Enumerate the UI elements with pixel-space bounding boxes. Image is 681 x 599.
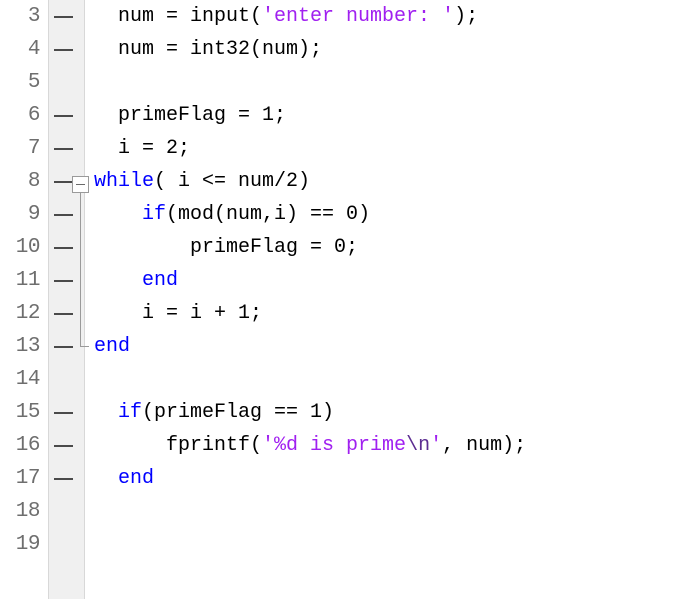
code-fold-toggle-icon[interactable] [72,176,89,193]
line-number: 13 [15,335,41,358]
code-token-kw: end [94,335,131,358]
code-line-row[interactable]: 13 end [0,330,681,363]
breakpoint-dash-icon[interactable] [54,49,73,51]
line-number: 6 [27,104,41,127]
code-token-str: ' [430,434,443,457]
breakpoint-dash-icon[interactable] [54,412,73,414]
line-number: 4 [27,38,41,61]
code-line-row[interactable]: 16 fprintf('%d is prime\n', num); [0,429,681,462]
code-token-pln: (primeFlag == 1) [142,401,335,424]
breakpoint-dash-icon[interactable] [54,16,73,18]
line-number: 7 [27,137,41,160]
code-line-row[interactable]: 5 [0,66,681,99]
code-line-row[interactable]: 15 if(primeFlag == 1) [0,396,681,429]
line-number: 3 [27,5,41,28]
line-number: 8 [27,170,41,193]
code-token-kw: if [118,401,143,424]
code-fold-bracket-line [80,193,81,346]
code-line-text[interactable]: i = 2; [94,132,190,165]
code-line-row[interactable]: 10 primeFlag = 0; [0,231,681,264]
code-line-row[interactable]: 3 num = input('enter number: '); [0,0,681,33]
code-token-pln [94,203,142,226]
breakpoint-dash-icon[interactable] [54,115,73,117]
line-number: 15 [15,401,41,424]
breakpoint-dash-icon[interactable] [54,478,73,480]
line-number: 14 [15,368,41,391]
code-line-text[interactable]: fprintf('%d is prime\n', num); [94,429,526,462]
code-token-pln: num = int32(num); [94,38,323,61]
code-token-pln: i = i + 1; [94,302,263,325]
breakpoint-dash-icon[interactable] [54,247,73,249]
code-token-pln: primeFlag = 1; [94,104,287,127]
code-token-pln [94,401,118,424]
code-token-pln [94,467,118,490]
code-token-kw: end [118,467,155,490]
breakpoint-dash-icon[interactable] [54,313,73,315]
breakpoint-dash-icon[interactable] [54,148,73,150]
code-line-text[interactable]: primeFlag = 1; [94,99,286,132]
line-number: 16 [15,434,41,457]
breakpoint-dash-icon[interactable] [54,445,73,447]
code-line-row[interactable]: 6 primeFlag = 1; [0,99,681,132]
line-number: 17 [15,467,41,490]
code-line-text[interactable]: if(mod(num,i) == 0) [94,198,370,231]
code-line-row[interactable]: 4 num = int32(num); [0,33,681,66]
code-token-kw: while [94,170,155,193]
code-token-pln: fprintf( [94,434,263,457]
code-token-esc: \n [406,434,431,457]
line-number: 18 [15,500,41,523]
line-number: 12 [15,302,41,325]
line-number: 9 [27,203,41,226]
code-line-row[interactable]: 11 end [0,264,681,297]
code-line-text[interactable]: end [94,462,154,495]
breakpoint-dash-icon[interactable] [54,214,73,216]
code-token-pln: primeFlag = 0; [94,236,359,259]
line-number: 19 [15,533,41,556]
line-number: 5 [27,71,41,94]
code-token-pln: ( i <= num/2) [154,170,311,193]
code-line-row[interactable]: 17 end [0,462,681,495]
code-line-row[interactable]: 18 [0,495,681,528]
breakpoint-dash-icon[interactable] [54,280,73,282]
code-line-row[interactable]: 7 i = 2; [0,132,681,165]
code-line-row[interactable]: 12 i = i + 1; [0,297,681,330]
code-token-pln: num = input( [94,5,263,28]
code-token-pln: i = 2; [94,137,191,160]
code-token-kw: end [142,269,179,292]
code-line-row[interactable]: 14 [0,363,681,396]
code-token-pln [94,269,142,292]
line-number: 10 [15,236,41,259]
code-line-text[interactable]: i = i + 1; [94,297,262,330]
code-line-text[interactable]: end [94,330,130,363]
code-token-pln: ); [454,5,479,28]
code-line-text[interactable]: if(primeFlag == 1) [94,396,334,429]
code-line-row[interactable]: 19 [0,528,681,561]
code-line-row[interactable]: 8 while( i <= num/2) [0,165,681,198]
code-token-str: '%d is prime [262,434,407,457]
code-line-text[interactable]: primeFlag = 0; [94,231,358,264]
code-line-text[interactable]: end [94,264,178,297]
breakpoint-dash-icon[interactable] [54,346,73,348]
breakpoint-dash-icon[interactable] [54,181,73,183]
code-line-text[interactable]: while( i <= num/2) [94,165,310,198]
code-line-text[interactable]: num = input('enter number: '); [94,0,478,33]
code-line-row[interactable]: 9 if(mod(num,i) == 0) [0,198,681,231]
code-fold-bracket-foot [80,346,89,347]
code-token-pln: , num); [442,434,527,457]
code-editor-pane[interactable]: 3 num = input('enter number: '); 4 num = … [0,0,681,599]
code-token-pln: (mod(num,i) == 0) [166,203,371,226]
code-line-text[interactable]: num = int32(num); [94,33,322,66]
code-token-kw: if [142,203,167,226]
code-token-str: 'enter number: ' [262,5,455,28]
line-number: 11 [15,269,41,292]
